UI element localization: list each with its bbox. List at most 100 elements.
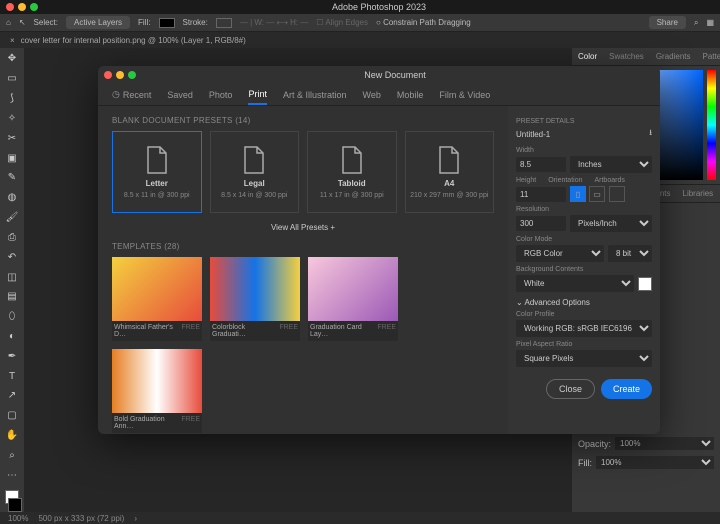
tab-film[interactable]: Film & Video xyxy=(439,84,490,105)
tab-patterns[interactable]: Patterns xyxy=(697,48,720,65)
orientation-landscape[interactable]: ▭ xyxy=(589,186,605,202)
fill-opacity-select[interactable]: 100% xyxy=(596,456,714,469)
hand-tool[interactable]: ✋ xyxy=(3,427,21,445)
arrow-icon[interactable]: ↖ xyxy=(19,18,26,27)
tab-photo[interactable]: Photo xyxy=(209,84,233,105)
preset-tabloid[interactable]: Tabloid11 x 17 in @ 300 ppi xyxy=(307,131,397,213)
height-input[interactable] xyxy=(516,187,566,202)
constrain-checkbox[interactable]: ○ Constrain Path Dragging xyxy=(376,18,471,27)
resolution-input[interactable] xyxy=(516,216,566,231)
preset-a4[interactable]: A4210 x 297 mm @ 300 ppi xyxy=(405,131,495,213)
select-dropdown[interactable]: Active Layers xyxy=(66,16,130,29)
blur-tool[interactable]: ⬯ xyxy=(3,308,21,326)
history-brush-tool[interactable]: ↶ xyxy=(3,248,21,266)
bg-color-swatch[interactable] xyxy=(638,277,652,291)
minimize-window[interactable] xyxy=(18,3,26,11)
tab-color[interactable]: Color xyxy=(572,48,603,65)
close-window[interactable] xyxy=(6,3,14,11)
fill-opacity-label: Fill: xyxy=(578,458,592,468)
close-tab-icon[interactable]: × xyxy=(10,36,15,45)
tab-recent[interactable]: ◷Recent xyxy=(112,84,151,105)
document-tab[interactable]: × cover letter for internal position.png… xyxy=(0,32,720,48)
tab-saved[interactable]: Saved xyxy=(167,84,193,105)
share-button[interactable]: Share xyxy=(649,16,686,29)
advanced-options-toggle[interactable]: ⌄ Advanced Options xyxy=(516,298,652,307)
tab-print[interactable]: Print xyxy=(248,84,267,105)
path-tool[interactable]: ↗ xyxy=(3,387,21,405)
preset-letter[interactable]: Letter8.5 x 11 in @ 300 ppi xyxy=(112,131,202,213)
create-button[interactable]: Create xyxy=(601,379,652,399)
orientation-label: Orientation xyxy=(548,177,582,184)
select-label: Select: xyxy=(34,18,58,27)
frame-tool[interactable]: ▣ xyxy=(3,149,21,167)
resolution-label: Resolution xyxy=(516,206,652,213)
chevron-right-icon[interactable]: › xyxy=(134,514,137,523)
preset-name[interactable]: Untitled-1 xyxy=(516,130,550,139)
orientation-portrait[interactable]: ▯ xyxy=(570,186,586,202)
artboards-checkbox[interactable] xyxy=(609,186,625,202)
template-item[interactable]: Bold Graduation Ann…FREE xyxy=(112,349,202,433)
dialog-left-pane: BLANK DOCUMENT PRESETS (14) Letter8.5 x … xyxy=(98,106,508,434)
fill-label: Fill: xyxy=(138,18,150,27)
color-mode-select[interactable]: RGB Color xyxy=(516,245,604,262)
edit-toolbar[interactable]: ⋯ xyxy=(3,466,21,484)
bg-contents-select[interactable]: White xyxy=(516,275,634,292)
resolution-unit-select[interactable]: Pixels/Inch xyxy=(570,215,652,232)
pixel-aspect-select[interactable]: Square Pixels xyxy=(516,350,652,367)
brush-tool[interactable]: 🖌 xyxy=(3,209,21,227)
tools-panel: ✥ ▭ ⟆ ✧ ✂ ▣ ✎ ◍ 🖌 ⎙ ↶ ◫ ▤ ⬯ ◐ ✒ T ↗ ▢ ✋ … xyxy=(0,48,24,512)
lasso-tool[interactable]: ⟆ xyxy=(3,90,21,108)
pen-tool[interactable]: ✒ xyxy=(3,347,21,365)
opacity-select[interactable]: 100% xyxy=(615,437,714,450)
background-color-swatch[interactable] xyxy=(8,498,22,512)
new-document-dialog: New Document ◷Recent Saved Photo Print A… xyxy=(98,66,660,434)
dialog-close-icon[interactable] xyxy=(104,71,112,79)
dialog-min-icon[interactable] xyxy=(116,71,124,79)
tab-art[interactable]: Art & Illustration xyxy=(283,84,347,105)
preset-legal[interactable]: Legal8.5 x 14 in @ 300 ppi xyxy=(210,131,300,213)
width-unit-select[interactable]: Inches xyxy=(570,156,652,173)
dodge-tool[interactable]: ◐ xyxy=(3,328,21,346)
stamp-tool[interactable]: ⎙ xyxy=(3,228,21,246)
artboards-label: Artboards xyxy=(594,177,624,184)
template-item[interactable]: Colorblock Graduati…FREE xyxy=(210,257,300,341)
stroke-swatch[interactable] xyxy=(216,18,232,28)
move-tool[interactable]: ✥ xyxy=(3,50,21,68)
save-preset-icon[interactable]: ⭳ xyxy=(649,127,652,141)
template-item[interactable]: Graduation Card Lay…FREE xyxy=(308,257,398,341)
marquee-tool[interactable]: ▭ xyxy=(3,70,21,88)
eraser-tool[interactable]: ◫ xyxy=(3,268,21,286)
tab-swatches[interactable]: Swatches xyxy=(603,48,650,65)
gradient-tool[interactable]: ▤ xyxy=(3,288,21,306)
width-label: Width xyxy=(516,147,652,154)
width-input[interactable] xyxy=(516,157,566,172)
search-icon[interactable]: ⌕ xyxy=(694,18,698,28)
wand-tool[interactable]: ✧ xyxy=(3,109,21,127)
shape-tool[interactable]: ▢ xyxy=(3,407,21,425)
dialog-title: New Document xyxy=(136,70,654,80)
type-tool[interactable]: T xyxy=(3,367,21,385)
align-edges-checkbox[interactable]: ☐ Align Edges xyxy=(316,18,368,27)
status-bar: 100% 500 px x 333 px (72 ppi) › xyxy=(0,512,720,524)
fill-swatch[interactable] xyxy=(159,18,175,28)
templates-header: TEMPLATES (28) xyxy=(112,242,494,251)
hue-slider[interactable] xyxy=(707,70,716,180)
color-profile-select[interactable]: Working RGB: sRGB IEC61966-2.1 xyxy=(516,320,652,337)
tab-mobile[interactable]: Mobile xyxy=(397,84,424,105)
crop-tool[interactable]: ✂ xyxy=(3,129,21,147)
view-all-presets-link[interactable]: View All Presets + xyxy=(112,223,494,232)
tab-gradients[interactable]: Gradients xyxy=(650,48,697,65)
workspace-icon[interactable]: ▦ xyxy=(706,18,714,27)
tab-web[interactable]: Web xyxy=(363,84,381,105)
zoom-level[interactable]: 100% xyxy=(8,514,28,523)
home-icon[interactable]: ⌂ xyxy=(6,18,11,27)
eyedropper-tool[interactable]: ✎ xyxy=(3,169,21,187)
template-item[interactable]: Whimsical Father's D…FREE xyxy=(112,257,202,341)
zoom-tool[interactable]: ⌕ xyxy=(3,447,21,465)
dialog-zoom-icon[interactable] xyxy=(128,71,136,79)
heal-tool[interactable]: ◍ xyxy=(3,189,21,207)
bit-depth-select[interactable]: 8 bit xyxy=(608,245,652,262)
zoom-window[interactable] xyxy=(30,3,38,11)
close-button[interactable]: Close xyxy=(546,379,595,399)
tab-libraries[interactable]: Libraries xyxy=(677,185,720,202)
